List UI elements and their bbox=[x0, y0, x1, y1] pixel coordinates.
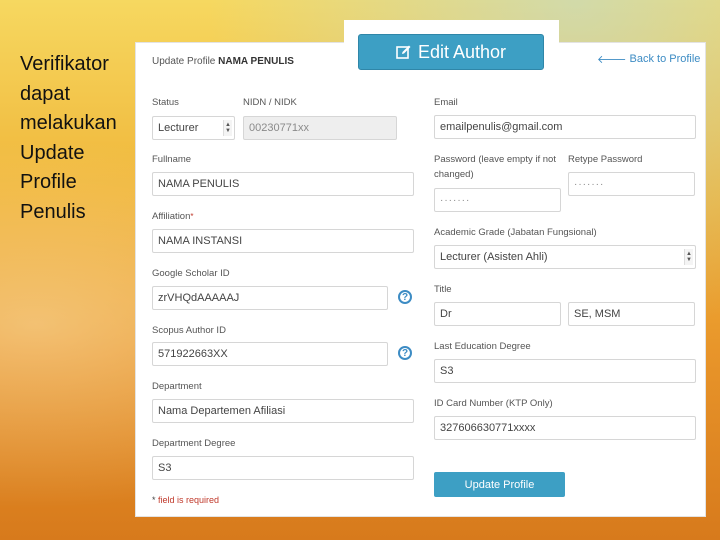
id-card-field[interactable]: 327606630771xxxx bbox=[434, 416, 696, 440]
academic-grade-value: Lecturer (Asisten Ahli) bbox=[440, 251, 548, 263]
nidn-field: 00230771xx bbox=[243, 116, 397, 140]
retype-password-label: Retype Password bbox=[568, 154, 643, 165]
status-select[interactable]: Lecturer ▲ ▼ bbox=[152, 116, 235, 140]
required-marker: * bbox=[190, 212, 194, 221]
password-label: Password (leave empty if not changed) bbox=[434, 154, 556, 180]
password-value: ······· bbox=[440, 194, 471, 206]
caption-line: Verifikator bbox=[20, 53, 109, 75]
email-label: Email bbox=[434, 97, 458, 108]
id-card-value: 327606630771xxxx bbox=[440, 422, 536, 434]
academic-grade-select[interactable]: Lecturer (Asisten Ahli) ▲ ▼ bbox=[434, 245, 696, 269]
edit-author-button[interactable]: Edit Author bbox=[358, 34, 544, 70]
page-title-prefix: Update Profile bbox=[152, 56, 216, 67]
caption-line: Update bbox=[20, 141, 85, 164]
status-label: Status bbox=[152, 97, 179, 108]
back-to-profile-link[interactable]: 🡐 Back to Profile bbox=[597, 52, 700, 66]
fullname-label: Fullname bbox=[152, 154, 192, 165]
affiliation-value: NAMA INSTANSI bbox=[158, 235, 243, 247]
edit-icon bbox=[396, 45, 411, 59]
caption-line: dapat bbox=[20, 82, 71, 105]
update-profile-button[interactable]: Update Profile bbox=[434, 472, 565, 497]
page-title-name: NAMA PENULIS bbox=[218, 56, 294, 67]
edit-author-label: Edit Author bbox=[417, 41, 507, 62]
status-value: Lecturer bbox=[158, 122, 199, 134]
chevron-updown-icon: ▲ ▼ bbox=[223, 120, 232, 136]
scopus-label: Scopus Author ID bbox=[152, 325, 226, 336]
department-label: Department bbox=[152, 381, 202, 392]
back-link-label: Back to Profile bbox=[629, 53, 701, 65]
email-field[interactable]: emailpenulis@gmail.com bbox=[434, 115, 696, 139]
scopus-field[interactable]: 571922663XX bbox=[152, 342, 388, 366]
retype-password-value: ······· bbox=[574, 178, 605, 190]
academic-grade-label: Academic Grade (Jabatan Fungsional) bbox=[434, 227, 597, 238]
chevron-updown-icon: ▲ ▼ bbox=[684, 249, 693, 265]
title-front-value: Dr bbox=[440, 308, 452, 320]
scholar-value: zrVHQdAAAAAJ bbox=[158, 292, 240, 304]
page-title: Update Profile NAMA PENULIS bbox=[152, 56, 294, 67]
scholar-field[interactable]: zrVHQdAAAAAJ bbox=[152, 286, 388, 310]
dept-degree-label: Department Degree bbox=[152, 438, 236, 449]
required-note: * field is required bbox=[152, 495, 219, 505]
email-value: emailpenulis@gmail.com bbox=[440, 121, 563, 133]
department-value: Nama Departemen Afiliasi bbox=[158, 405, 286, 417]
retype-password-field[interactable]: ······· bbox=[568, 172, 695, 196]
last-degree-value: S3 bbox=[440, 365, 454, 377]
title-back-field[interactable]: SE, MSM bbox=[568, 302, 695, 326]
dept-degree-field[interactable]: S3 bbox=[152, 456, 414, 480]
title-label: Title bbox=[434, 284, 452, 295]
fullname-field[interactable]: NAMA PENULIS bbox=[152, 172, 414, 196]
caption-line: Profile bbox=[20, 171, 77, 193]
fullname-value: NAMA PENULIS bbox=[158, 178, 240, 190]
slide-caption: Verifikator dapat melakukan Update Profi… bbox=[20, 50, 135, 227]
dept-degree-value: S3 bbox=[158, 462, 172, 474]
affiliation-label-text: Affiliation bbox=[152, 211, 191, 222]
affiliation-field[interactable]: NAMA INSTANSI bbox=[152, 229, 414, 253]
required-marker: * bbox=[152, 495, 156, 505]
arrow-left-icon: 🡐 bbox=[597, 54, 627, 66]
password-field[interactable]: ······· bbox=[434, 188, 561, 212]
question-circle-icon[interactable]: ? bbox=[398, 290, 412, 304]
last-degree-field[interactable]: S3 bbox=[434, 359, 696, 383]
caption-line: Penulis bbox=[20, 200, 86, 223]
last-degree-label: Last Education Degree bbox=[434, 341, 531, 352]
title-back-value: SE, MSM bbox=[574, 308, 621, 320]
affiliation-label: Affiliation* bbox=[152, 209, 194, 224]
title-front-field[interactable]: Dr bbox=[434, 302, 561, 326]
update-profile-label: Update Profile bbox=[464, 478, 535, 491]
scholar-label: Google Scholar ID bbox=[152, 268, 230, 279]
caption-line: melakukan bbox=[20, 112, 117, 134]
nidn-value: 00230771xx bbox=[249, 122, 309, 134]
question-circle-icon[interactable]: ? bbox=[398, 346, 412, 360]
department-field[interactable]: Nama Departemen Afiliasi bbox=[152, 399, 414, 423]
id-card-label: ID Card Number (KTP Only) bbox=[434, 398, 553, 409]
scopus-value: 571922663XX bbox=[158, 348, 228, 360]
required-note-text: field is required bbox=[158, 495, 220, 505]
nidn-label: NIDN / NIDK bbox=[243, 97, 297, 108]
